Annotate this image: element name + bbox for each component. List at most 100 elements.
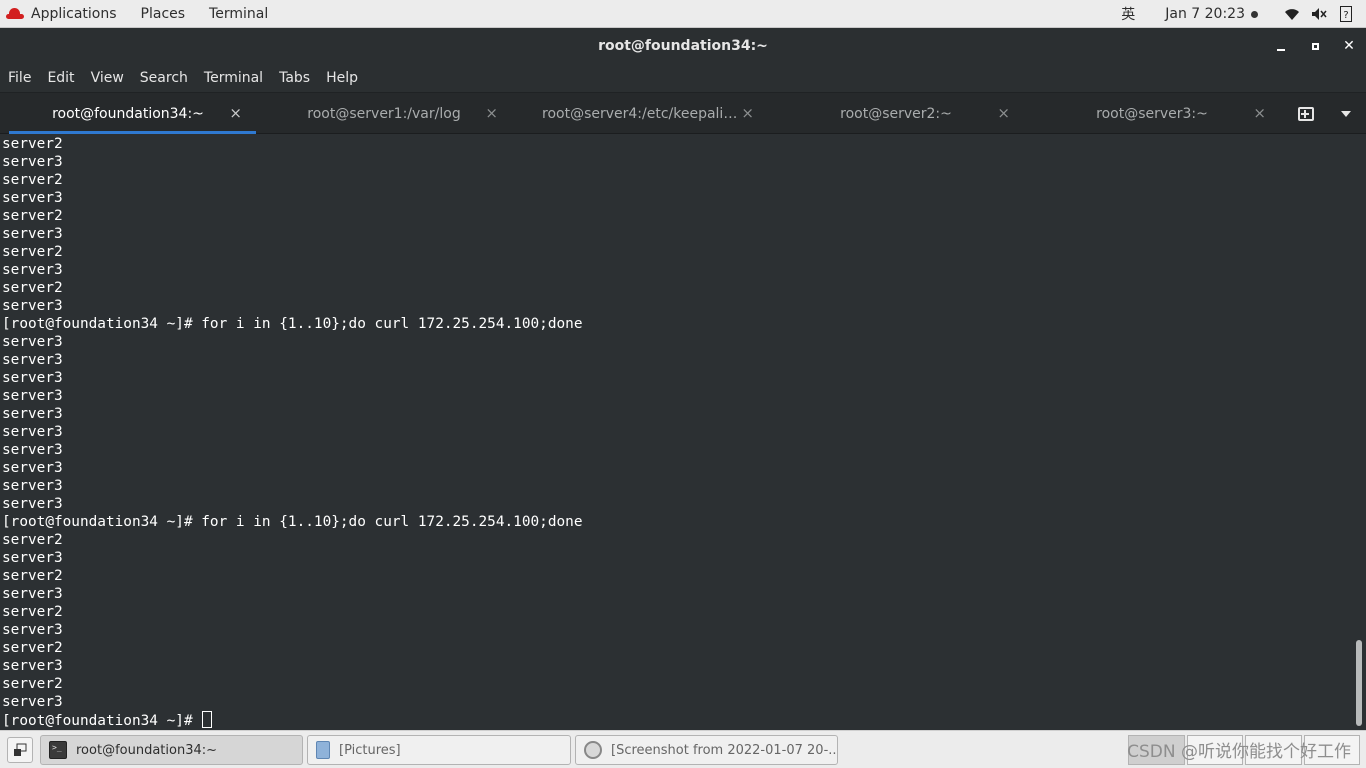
minimize-button[interactable] [1264,28,1298,64]
menu-tabs[interactable]: Tabs [271,64,318,93]
terminal-line: server3 [2,550,63,566]
terminal-line: server3 [2,334,63,350]
volume-icon[interactable] [1309,4,1329,24]
terminal-line: server3 [2,370,63,386]
terminal-line: server3 [2,406,63,422]
terminal-line: server3 [2,496,63,512]
new-tab-icon [1298,106,1314,121]
terminal-app-menu[interactable]: Terminal [197,0,280,28]
terminal-icon [49,741,67,759]
task-label: [Pictures] [339,742,401,758]
terminal-line: server3 [2,586,63,602]
terminal-line: server3 [2,226,63,242]
terminal-line: server3 [2,352,63,368]
scrollbar-thumb[interactable] [1356,640,1362,726]
workspace-3[interactable] [1245,735,1302,765]
workspace-switcher[interactable] [1128,735,1362,765]
menu-search[interactable]: Search [132,64,196,93]
window-title: root@foundation34:~ [598,38,768,54]
terminal-line: server3 [2,262,63,278]
terminal-scrollbar[interactable] [1352,134,1366,730]
terminal-line: server2 [2,604,63,620]
terminal-line: server2 [2,532,63,548]
terminal-line: server3 [2,694,63,710]
tab-menu-button[interactable] [1326,93,1366,134]
terminal-line: server3 [2,388,63,404]
terminal-output[interactable]: server2 server3 server2 server3 server2 serve… [0,134,1352,730]
terminal-line: server2 [2,208,63,224]
workspace-1[interactable] [1128,735,1185,765]
tab-3[interactable]: root@server4:/etc/keepaliv... × [512,93,768,134]
text-cursor [202,711,213,728]
workspace-4[interactable] [1303,735,1360,765]
terminal-line: server2 [2,676,63,692]
applications-label: Applications [31,5,117,22]
tab-close-icon[interactable]: × [229,104,242,122]
terminal-line: server2 [2,172,63,188]
places-menu[interactable]: Places [129,0,198,28]
terminal-line: server3 [2,460,63,476]
terminal-prompt-line[interactable]: [root@foundation34 ~]# [2,711,582,729]
terminal-line: server3 [2,298,63,314]
wifi-icon[interactable] [1282,4,1302,24]
help-icon[interactable]: ? [1336,4,1356,24]
tab-4[interactable]: root@server2:~ × [768,93,1024,134]
terminal-line: server2 [2,568,63,584]
tab-5[interactable]: root@server3:~ × [1024,93,1280,134]
task-label: [Screenshot from 2022-01-07 20-... [611,742,838,758]
terminal-prompt: [root@foundation34 ~]# [2,713,202,729]
menu-terminal[interactable]: Terminal [196,64,271,93]
maximize-icon [1311,42,1319,50]
menu-view[interactable]: View [83,64,132,93]
terminal-line: [root@foundation34 ~]# for i in {1..10};… [2,316,583,332]
menu-help[interactable]: Help [318,64,366,93]
close-button[interactable]: ✕ [1332,28,1366,64]
maximize-button[interactable] [1298,28,1332,64]
menu-file[interactable]: File [0,64,39,93]
clock[interactable]: Jan 7 20:23 [1165,6,1245,22]
input-method-indicator[interactable]: 英 [1121,4,1135,24]
tab-label: root@server2:~ [840,105,952,122]
chevron-down-icon [1341,110,1351,117]
terminal-line: server3 [2,424,63,440]
tab-1[interactable]: root@foundation34:~ × [0,93,256,134]
task-label: root@foundation34:~ [76,742,218,758]
tab-label: root@server3:~ [1096,105,1208,122]
redhat-logo-icon [6,7,24,21]
tab-label: root@foundation34:~ [52,105,204,122]
svg-text:?: ? [1343,10,1348,21]
menubar: File Edit View Search Terminal Tabs Help [0,64,1366,93]
terminal-line: server2 [2,640,63,656]
task-terminal[interactable]: root@foundation34:~ [40,735,303,765]
tab-close-icon[interactable]: × [997,104,1010,122]
task-screenshot-viewer[interactable]: [Screenshot from 2022-01-07 20-... [575,735,838,765]
tab-label: root@server1:/var/log [307,105,461,122]
window-titlebar[interactable]: root@foundation34:~ ✕ [0,28,1366,64]
show-desktop-icon [14,743,27,756]
menu-edit[interactable]: Edit [39,64,82,93]
tab-close-icon[interactable]: × [741,104,754,122]
terminal-text: server2 server3 server2 server3 server2 serve… [2,135,582,729]
terminal-line: server2 [2,280,63,296]
workspace-2[interactable] [1186,735,1243,765]
terminal-line: server3 [2,658,63,674]
new-tab-button[interactable] [1286,93,1326,134]
terminal-line: [root@foundation34 ~]# for i in {1..10};… [2,514,583,530]
task-files[interactable]: [Pictures] [307,735,571,765]
tab-close-icon[interactable]: × [485,104,498,122]
terminal-line: server3 [2,478,63,494]
notification-dot-icon [1251,10,1258,18]
tab-label: root@server4:/etc/keepaliv... [542,105,738,122]
terminal-line: server3 [2,622,63,638]
bottom-taskbar: root@foundation34:~ [Pictures] [Screensh… [0,730,1366,768]
terminal-line: server3 [2,442,63,458]
files-icon [316,741,330,759]
tab-close-icon[interactable]: × [1253,104,1266,122]
minimize-icon [1277,49,1285,51]
applications-menu[interactable]: Applications [0,0,129,28]
screenshot-icon [584,741,602,759]
tab-2[interactable]: root@server1:/var/log × [256,93,512,134]
terminal-line: server3 [2,154,63,170]
show-desktop-button[interactable] [7,736,33,763]
top-panel: Applications Places Terminal 英 Jan 7 20:… [0,0,1366,28]
